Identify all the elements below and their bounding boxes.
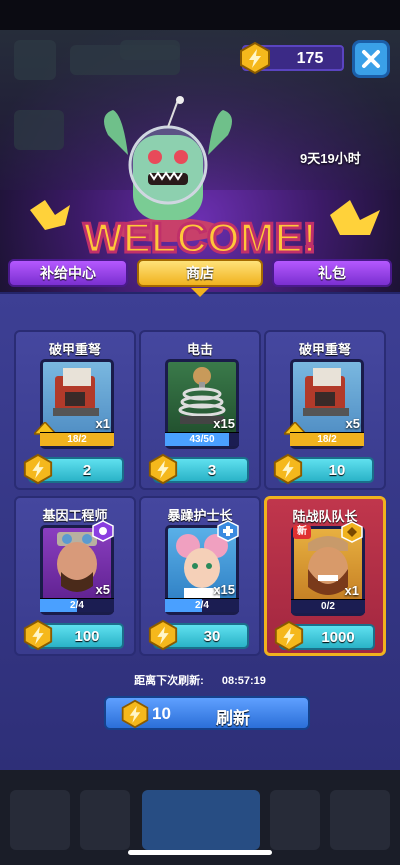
- item-title: 破甲重弩: [48, 342, 101, 357]
- item-title: 基因工程师: [42, 508, 108, 523]
- tab-supply-center[interactable]: 补给中心: [8, 259, 128, 287]
- item-progress-text: 18/2: [67, 434, 87, 445]
- item-price: 2: [82, 462, 92, 479]
- item-progress-text: 2/4: [70, 600, 84, 611]
- item-quantity: x5: [345, 416, 360, 431]
- buy-button[interactable]: 2: [23, 453, 124, 485]
- buy-button[interactable]: 3: [148, 453, 249, 485]
- item-title: 电击: [186, 342, 213, 357]
- shop-item-card[interactable]: 基因工程师 x5 2/4 100: [14, 496, 136, 656]
- lightning-gem-icon: [121, 699, 149, 729]
- home-indicator[interactable]: [128, 850, 272, 855]
- item-progress-bar: 18/2: [40, 432, 114, 446]
- item-progress-text: 2/4: [195, 600, 209, 611]
- refresh-time: 08:57:19: [221, 675, 266, 687]
- item-price: 30: [203, 628, 221, 645]
- lightning-gem-icon: [23, 619, 53, 651]
- refresh-cost: 10: [152, 704, 171, 723]
- tab-label: 礼包: [318, 265, 346, 281]
- item-price: 100: [74, 628, 100, 645]
- shop-item-card[interactable]: 破甲重弩 x1 18/2 2: [14, 330, 136, 490]
- blurred-tile: [270, 790, 320, 850]
- buy-button[interactable]: 100: [23, 619, 124, 651]
- blurred-tile: [10, 790, 70, 850]
- blue-class-badge-icon: [217, 520, 239, 542]
- event-timer: 9天19小时: [300, 151, 361, 166]
- item-progress-text: 18/2: [317, 434, 337, 445]
- lightning-gem-icon: [240, 41, 270, 75]
- gold-class-badge-icon: [341, 521, 363, 543]
- close-icon: [362, 50, 380, 68]
- tab-label: 补给中心: [40, 265, 96, 281]
- buy-button[interactable]: 30: [148, 619, 249, 651]
- tab-gift-pack[interactable]: 礼包: [272, 259, 392, 287]
- item-title: 陆战队队长: [292, 509, 358, 524]
- item-quantity: x15: [213, 416, 235, 431]
- item-progress-bar: 2/4: [40, 598, 114, 612]
- blurred-tile: [142, 790, 260, 850]
- item-progress-bar: 18/2: [290, 432, 364, 446]
- item-price: 10: [328, 462, 346, 479]
- refresh-button-label: 刷新: [216, 709, 250, 728]
- item-progress-bar: 43/50: [165, 432, 239, 446]
- lightning-gem-icon: [23, 453, 53, 485]
- item-price: 1000: [321, 629, 355, 646]
- welcome-text: WELCOME!: [83, 214, 316, 261]
- item-progress-bar: 0/2: [291, 599, 365, 613]
- currency-counter: 175: [240, 41, 344, 75]
- item-price: 3: [207, 462, 217, 479]
- currency-amount: 175: [296, 50, 324, 67]
- refresh-button[interactable]: 10 刷新: [104, 696, 310, 730]
- lightning-gem-icon: [273, 453, 303, 485]
- new-tag: 新: [293, 525, 311, 539]
- close-button[interactable]: [352, 40, 390, 78]
- item-progress-text: 0/2: [321, 601, 335, 612]
- shop-item-card[interactable]: 暴躁护士长 x15 2/4 30: [139, 496, 261, 656]
- buy-button[interactable]: 10: [273, 453, 374, 485]
- lightning-gem-icon: [274, 620, 304, 652]
- lightning-gem-icon: [148, 453, 178, 485]
- item-title: 破甲重弩: [298, 342, 351, 357]
- item-quantity: x1: [95, 416, 110, 431]
- blurred-tile: [330, 790, 390, 850]
- item-progress-bar: 2/4: [165, 598, 239, 612]
- item-progress-text: 43/50: [189, 434, 215, 445]
- item-title: 暴躁护士长: [167, 508, 233, 523]
- lightning-gem-icon: [148, 619, 178, 651]
- shop-item-card[interactable]: 破甲重弩 x5 18/2 10: [264, 330, 386, 490]
- blurred-tile: [80, 790, 130, 850]
- active-tab-pointer: [191, 288, 209, 297]
- buy-button[interactable]: 1000: [274, 620, 375, 652]
- item-quantity: x1: [344, 583, 359, 598]
- screen: 175 9天19小时 WELCOME! 补给中心 商店 礼包 破甲重弩 x1 1…: [0, 0, 400, 865]
- shop-item-card-featured[interactable]: 陆战队队长 新 x1 0/2 1000: [264, 496, 386, 656]
- tab-label: 商店: [186, 265, 214, 281]
- shop-item-card[interactable]: 电击 x15 43/50 3: [139, 330, 261, 490]
- refresh-label: 距离下次刷新:: [134, 675, 204, 687]
- purple-class-badge-icon: [92, 520, 114, 542]
- item-quantity: x5: [95, 582, 110, 597]
- refresh-countdown: 距离下次刷新: 08:57:19: [0, 672, 400, 688]
- tab-shop[interactable]: 商店: [137, 259, 263, 287]
- item-quantity: x15: [213, 582, 235, 597]
